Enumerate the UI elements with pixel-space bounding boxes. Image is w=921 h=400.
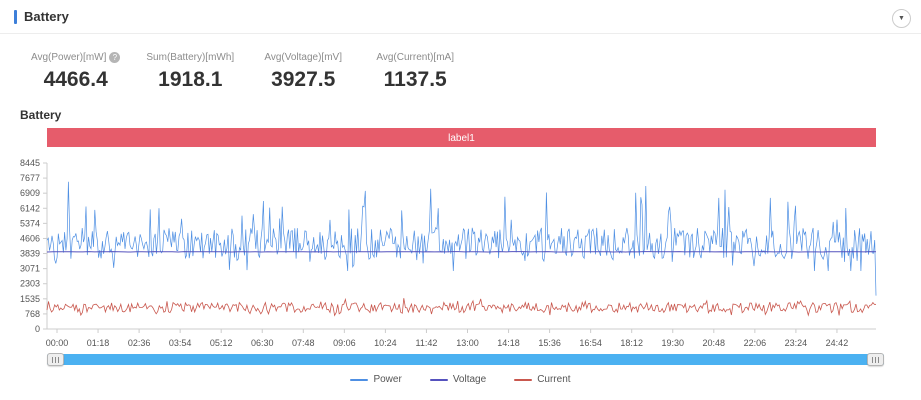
y-tick-label: 0 — [35, 324, 40, 334]
x-tick-label: 01:18 — [87, 338, 110, 348]
slider-left-handle[interactable] — [47, 353, 64, 366]
legend-label: Power — [373, 374, 401, 385]
stat-label-text: Avg(Power)[mW] — [31, 52, 106, 63]
x-tick-label: 05:12 — [210, 338, 233, 348]
chart-area: label1 8445 7677 6909 6142 5374 4606 3839 3071 23… — [0, 124, 921, 385]
stat-label: Avg(Current)[mA] — [376, 52, 454, 63]
help-icon[interactable]: ? — [109, 52, 120, 63]
power-line-icon — [350, 379, 368, 381]
section-header: Battery ▼ — [0, 0, 921, 34]
title-accent-bar — [14, 10, 17, 24]
legend-item-voltage[interactable]: Voltage — [430, 374, 486, 385]
x-tick-label: 09:06 — [333, 338, 356, 348]
stat-avg-voltage: Avg(Voltage)[mV] 3927.5 — [260, 47, 346, 92]
x-tick-label: 11:42 — [416, 338, 438, 348]
x-tick-label: 16:54 — [579, 338, 602, 348]
y-tick-label: 6142 — [20, 203, 40, 213]
slider-track[interactable] — [47, 354, 884, 365]
y-tick-label: 3839 — [20, 249, 40, 259]
legend-item-current[interactable]: Current — [514, 374, 570, 385]
y-tick-label: 8445 — [20, 158, 40, 168]
x-tick-label: 20:48 — [703, 338, 726, 348]
grip-icon — [55, 357, 56, 363]
y-tick-label: 3071 — [20, 264, 40, 274]
series-power — [47, 182, 876, 296]
y-tick-label: 2303 — [20, 279, 40, 289]
chart-title: Battery — [20, 108, 921, 122]
y-tick-label: 1535 — [20, 294, 40, 304]
current-line-icon — [514, 379, 532, 381]
x-tick-label: 00:00 — [46, 338, 69, 348]
x-tick-label: 23:24 — [785, 338, 808, 348]
chevron-down-icon: ▼ — [898, 15, 905, 22]
x-tick-label: 19:30 — [661, 338, 684, 348]
legend-item-power[interactable]: Power — [350, 374, 401, 385]
stat-sum-battery: Sum(Battery)[mWh] 1918.1 — [146, 47, 234, 92]
battery-chart[interactable]: label1 8445 7677 6909 6142 5374 4606 3839 3071 23… — [0, 124, 921, 352]
x-tick-label: 15:36 — [538, 338, 561, 348]
x-tick-label: 13:00 — [456, 338, 479, 348]
series-current — [47, 298, 876, 315]
y-tick-label: 768 — [25, 309, 40, 319]
stat-label: Sum(Battery)[mWh] — [146, 52, 234, 63]
collapse-button[interactable]: ▼ — [892, 9, 911, 28]
x-tick-label: 14:18 — [497, 338, 520, 348]
x-tick-label: 07:48 — [292, 338, 315, 348]
x-tick-label: 18:12 — [620, 338, 643, 348]
x-tick-label: 10:24 — [374, 338, 397, 348]
annotation-label: label1 — [448, 133, 475, 144]
stat-avg-current: Avg(Current)[mA] 1137.5 — [372, 47, 458, 92]
x-tick-label: 24:42 — [826, 338, 849, 348]
stat-label-text: Sum(Battery)[mWh] — [146, 52, 234, 63]
x-tick-label: 02:36 — [128, 338, 151, 348]
stat-avg-power: Avg(Power)[mW] ? 4466.4 — [31, 47, 120, 92]
x-tick-label: 22:06 — [744, 338, 767, 348]
y-tick-label: 6909 — [20, 188, 40, 198]
stat-value: 4466.4 — [31, 68, 120, 92]
y-tick-label: 4606 — [20, 233, 40, 243]
grip-icon — [875, 357, 876, 363]
stat-value: 1918.1 — [146, 68, 234, 92]
legend-label: Voltage — [453, 374, 486, 385]
stat-label: Avg(Power)[mW] ? — [31, 52, 120, 63]
stat-label-text: Avg(Current)[mA] — [376, 52, 454, 63]
stat-label: Avg(Voltage)[mV] — [264, 52, 342, 63]
y-tick-label: 7677 — [20, 173, 40, 183]
chart-zoom-slider — [47, 353, 884, 366]
stats-row: Avg(Power)[mW] ? 4466.4 Sum(Battery)[mWh… — [31, 47, 921, 92]
stat-value: 3927.5 — [260, 68, 346, 92]
stat-label-text: Avg(Voltage)[mV] — [264, 52, 342, 63]
legend-label: Current — [537, 374, 570, 385]
chart-legend: Power Voltage Current — [0, 374, 921, 385]
page-title: Battery — [24, 9, 69, 24]
stat-value: 1137.5 — [372, 68, 458, 92]
y-tick-label: 5374 — [20, 218, 40, 228]
slider-right-handle[interactable] — [867, 353, 884, 366]
x-tick-label: 03:54 — [169, 338, 192, 348]
voltage-line-icon — [430, 379, 448, 381]
x-tick-label: 06:30 — [251, 338, 274, 348]
